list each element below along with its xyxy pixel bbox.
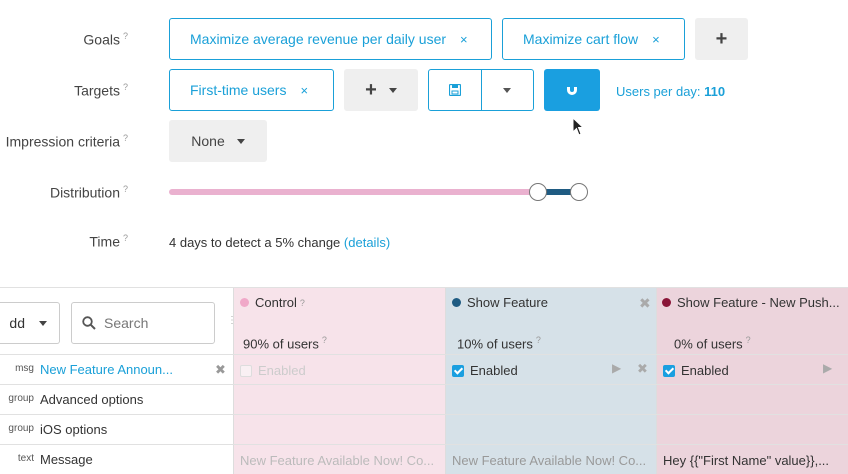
- divider: [0, 414, 848, 415]
- add-target-dropdown[interactable]: +: [344, 69, 418, 111]
- column-header-show-feature-push[interactable]: Show Feature - New Push...: [662, 295, 840, 310]
- distribution-label: Distribution?: [49, 184, 128, 201]
- goal-chip-revenue[interactable]: Maximize average revenue per daily user …: [169, 18, 492, 60]
- magnet-icon: [567, 85, 577, 95]
- row-name[interactable]: New Feature Announ...: [40, 362, 173, 377]
- search-icon: [82, 316, 96, 330]
- variants-grid: dd Search ⋮ Control? 90% of users? Show …: [0, 287, 848, 474]
- caret-down-icon: [39, 320, 47, 326]
- variant-color-dot: [662, 298, 671, 307]
- close-icon[interactable]: ✖: [639, 295, 651, 312]
- goal-chip-label: Maximize cart flow: [523, 31, 639, 47]
- column-share: 90% of users?: [243, 335, 327, 352]
- distribution-slider-handle[interactable]: [529, 183, 547, 201]
- save-target-group: [428, 69, 534, 111]
- message-cell[interactable]: Hey {{"First Name" value}},...: [663, 453, 848, 468]
- remove-icon[interactable]: ×: [652, 32, 660, 47]
- row-name[interactable]: iOS options: [40, 422, 107, 437]
- close-icon[interactable]: ✖: [637, 361, 648, 377]
- row-type: text: [17, 453, 34, 464]
- caret-down-icon: [388, 87, 397, 93]
- goal-chip-label: Maximize average revenue per daily user: [190, 31, 447, 47]
- message-cell[interactable]: New Feature Available Now! Co...: [452, 453, 654, 468]
- column-share: 0% of users?: [674, 335, 751, 352]
- column-show-feature: [446, 287, 657, 474]
- saved-targets-dropdown[interactable]: [480, 70, 533, 110]
- message-cell[interactable]: New Feature Available Now! Co...: [240, 453, 443, 468]
- enabled-checkbox[interactable]: Enabled: [663, 363, 729, 378]
- time-estimate: 4 days to detect a 5% change (details): [169, 235, 391, 250]
- plus-icon: +: [365, 79, 377, 101]
- impression-criteria-dropdown[interactable]: None: [169, 120, 267, 162]
- divider: [0, 384, 848, 385]
- divider: [0, 354, 848, 355]
- column-header-show-feature[interactable]: Show Feature: [452, 295, 548, 310]
- variant-color-dot: [452, 298, 461, 307]
- divider: [0, 444, 848, 445]
- column-show-feature-push: [657, 287, 848, 474]
- remove-icon[interactable]: ×: [300, 83, 308, 98]
- mouse-cursor-icon: [572, 117, 585, 136]
- column-header-control[interactable]: Control?: [240, 295, 305, 310]
- impression-value: None: [191, 133, 225, 149]
- divider: [0, 287, 848, 288]
- impression-label: Impression criteria?: [5, 133, 128, 150]
- users-per-day: Users per day: 110: [616, 84, 726, 99]
- divider: [445, 287, 446, 474]
- details-link[interactable]: (details): [344, 235, 390, 250]
- save-target-button[interactable]: [429, 70, 481, 110]
- target-chip-label: First-time users: [190, 82, 287, 98]
- targets-label: Targets?: [74, 82, 128, 99]
- target-chip-first-time[interactable]: First-time users ×: [169, 69, 334, 111]
- checkbox-icon: [452, 365, 464, 377]
- plus-icon: +: [715, 28, 728, 50]
- checkbox-icon: [240, 365, 252, 377]
- goals-label: Goals?: [83, 31, 128, 48]
- variant-color-dot: [240, 298, 249, 307]
- add-goal-button[interactable]: +: [695, 18, 748, 60]
- row-type: group: [8, 423, 34, 434]
- search-input[interactable]: Search: [71, 302, 215, 344]
- caret-down-icon: [236, 138, 245, 144]
- enabled-checkbox[interactable]: Enabled: [452, 363, 518, 378]
- add-dropdown-button[interactable]: dd: [0, 302, 60, 344]
- divider: [656, 287, 657, 474]
- caret-down-icon: [503, 87, 512, 93]
- enabled-checkbox[interactable]: Enabled: [240, 363, 306, 378]
- distribution-slider-handle[interactable]: [570, 183, 588, 201]
- users-per-day-value: 110: [704, 84, 726, 99]
- column-resize-handle[interactable]: ⋮: [227, 315, 237, 326]
- magnet-button[interactable]: [544, 69, 600, 111]
- row-name[interactable]: Advanced options: [40, 392, 143, 407]
- row-name[interactable]: Message: [40, 452, 93, 467]
- play-icon[interactable]: ▶: [612, 361, 621, 375]
- floppy-disk-icon: [448, 84, 461, 96]
- distribution-slider-track[interactable]: [169, 189, 541, 195]
- close-icon[interactable]: ✖: [215, 362, 226, 378]
- goal-chip-cart-flow[interactable]: Maximize cart flow ×: [502, 18, 685, 60]
- play-icon[interactable]: ▶: [823, 361, 832, 375]
- row-type: group: [8, 393, 34, 404]
- column-control: [234, 287, 445, 474]
- row-type: msg: [15, 363, 34, 374]
- remove-icon[interactable]: ×: [460, 32, 468, 47]
- column-share: 10% of users?: [457, 335, 541, 352]
- time-label: Time?: [89, 233, 128, 250]
- checkbox-icon: [663, 365, 675, 377]
